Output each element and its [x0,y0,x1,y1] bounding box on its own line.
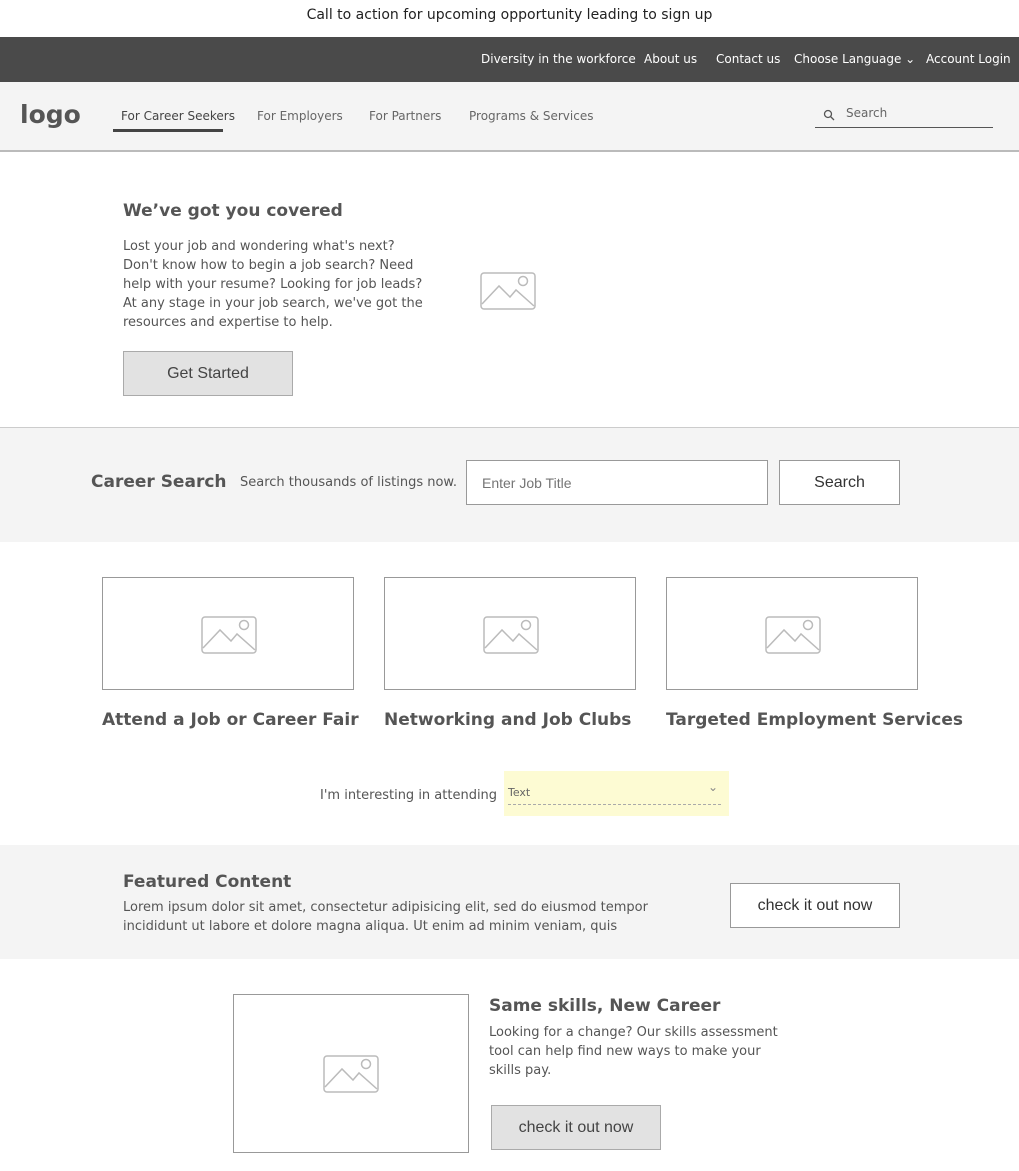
nav-programs[interactable]: Programs & Services [469,109,593,123]
card-title[interactable]: Targeted Employment Services [666,710,963,730]
choose-language-dropdown[interactable]: Choose Language ⌄ [794,52,915,66]
featured-section: Featured Content Lorem ipsum dolor sit a… [0,845,1019,959]
featured-cta-button[interactable]: check it out now [730,883,900,928]
get-started-button[interactable]: Get Started [123,351,293,396]
search-input[interactable]: Search [815,104,993,128]
search-placeholder: Search [846,106,888,120]
attending-value: Text [508,786,721,805]
nav-career-seekers[interactable]: For Career Seekers [121,109,235,123]
card-title[interactable]: Attend a Job or Career Fair [102,710,359,730]
hero-body: Lost your job and wondering what's next?… [123,239,423,330]
link-contact[interactable]: Contact us [716,52,780,66]
link-about[interactable]: About us [644,52,697,66]
link-account-login[interactable]: Account Login [926,52,1011,66]
skills-cta-button[interactable]: check it out now [491,1105,661,1150]
active-nav-indicator [113,129,223,132]
skills-title: Same skills, New Career [489,996,721,1016]
image-placeholder-icon [483,616,539,654]
attending-select[interactable]: Text ⌄ [504,771,729,816]
utility-nav: Diversity in the workforce About us Cont… [0,37,1019,82]
card-image-job-fair[interactable] [102,577,354,690]
hero-title: We’ve got you covered [123,201,343,221]
image-placeholder-icon [765,616,821,654]
career-search-title: Career Search [91,472,227,492]
nav-partners[interactable]: For Partners [369,109,441,123]
featured-body: Lorem ipsum dolor sit amet, consectetur … [123,900,648,934]
card-image-networking[interactable] [384,577,636,690]
search-icon [823,109,835,121]
featured-title: Featured Content [123,872,292,892]
career-search-section: Career Search Search thousands of listin… [0,427,1019,542]
link-diversity[interactable]: Diversity in the workforce [481,52,636,66]
nav-employers[interactable]: For Employers [257,109,343,123]
career-search-button[interactable]: Search [779,460,900,505]
card-image-targeted[interactable] [666,577,918,690]
card-title[interactable]: Networking and Job Clubs [384,710,631,730]
choose-language-label: Choose Language [794,52,902,66]
job-title-input[interactable] [466,460,768,505]
chevron-down-icon: ⌄ [708,780,719,794]
skills-image [233,994,469,1153]
image-placeholder-icon [201,616,257,654]
career-search-subtitle: Search thousands of listings now. [240,475,457,490]
chevron-down-icon: ⌄ [905,52,916,66]
image-placeholder-icon [323,1055,379,1093]
image-placeholder-icon [480,272,536,310]
skills-body: Looking for a change? Our skills assessm… [489,1025,778,1078]
main-nav: logo For Career Seekers For Employers Fo… [0,82,1019,152]
logo[interactable]: logo [20,100,81,129]
attending-label: I'm interesting in attending [320,788,498,803]
cta-banner[interactable]: Call to action for upcoming opportunity … [0,0,1019,37]
